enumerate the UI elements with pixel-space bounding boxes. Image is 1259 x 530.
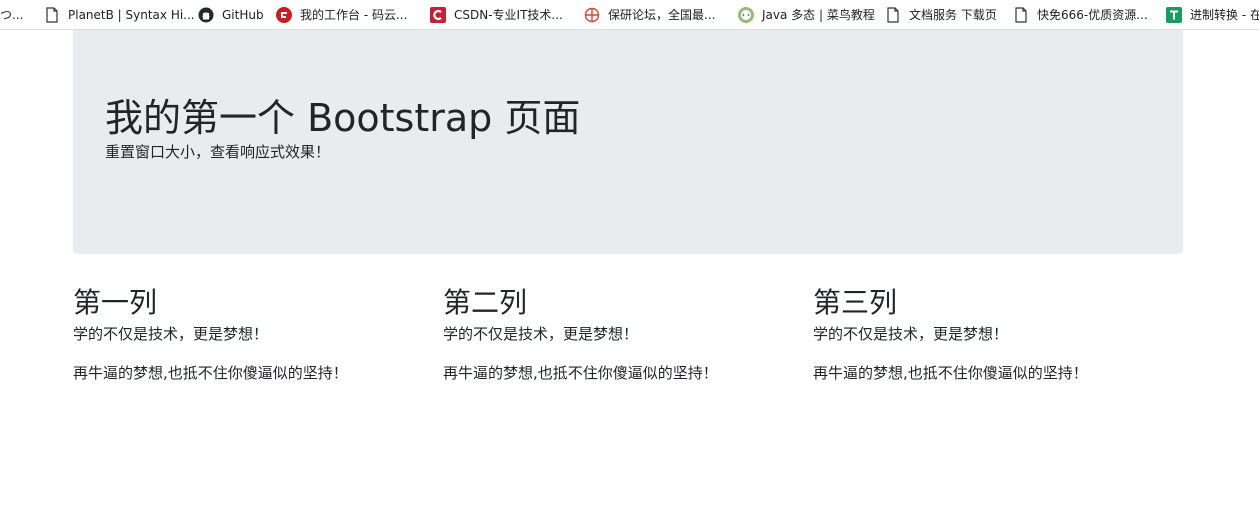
bookmark-baoyan[interactable]: 保研论坛，全国最... <box>584 0 716 29</box>
column-text: 再牛逼的梦想,也抵不住你傻逼似的坚持！ <box>443 363 718 382</box>
bookmark-item[interactable]: つ... <box>0 0 24 29</box>
bookmark-gitee[interactable]: 我的工作台 - 码云... <box>276 0 408 29</box>
page-icon <box>885 6 901 23</box>
column-heading: 第一列 <box>73 286 158 319</box>
bookmark-runoob[interactable]: Java 多态 | 菜鸟教程 <box>738 0 875 29</box>
bookmark-label: CSDN-专业IT技术... <box>454 7 563 22</box>
column-text: 再牛逼的梦想,也抵不住你傻逼似的坚持！ <box>813 363 1088 382</box>
bookmark-github[interactable]: GitHub <box>198 0 264 29</box>
bookmark-label: 文档服务 下载页 <box>909 7 997 22</box>
t-icon <box>1166 6 1182 23</box>
bookmark-label: 我的工作台 - 码云... <box>300 7 408 22</box>
bookmark-label: GitHub <box>222 7 264 22</box>
gitee-icon <box>276 6 292 23</box>
baoyan-icon <box>584 7 600 23</box>
jumbotron: 我的第一个 Bootstrap 页面 重置窗口大小，查看响应式效果！ <box>73 30 1183 254</box>
page-icon <box>1013 6 1029 23</box>
bookmarks-bar: つ... PlanetB | Syntax Hi... GitHub 我的工作台… <box>0 0 1259 30</box>
bookmark-planetb[interactable]: PlanetB | Syntax Hi... <box>44 0 195 29</box>
page-title: 我的第一个 Bootstrap 页面 <box>105 96 581 140</box>
csdn-icon <box>430 6 446 23</box>
bookmark-label: つ... <box>0 7 24 22</box>
github-icon <box>198 7 214 23</box>
bookmark-label: 快免666-优质资源... <box>1037 7 1148 22</box>
column-2: 第二列 学的不仅是技术，更是梦想！ 再牛逼的梦想,也抵不住你傻逼似的坚持！ <box>443 286 813 402</box>
runoob-icon <box>738 6 754 23</box>
bookmark-csdn[interactable]: CSDN-专业IT技术... <box>430 0 563 29</box>
bookmark-label: PlanetB | Syntax Hi... <box>68 7 195 22</box>
bookmark-label: 进制转换 - 在 <box>1190 7 1259 22</box>
bookmark-base-convert[interactable]: 进制转换 - 在 <box>1166 0 1259 29</box>
bookmark-kuaimian[interactable]: 快免666-优质资源... <box>1013 0 1148 29</box>
bookmark-label: Java 多态 | 菜鸟教程 <box>762 7 875 22</box>
column-text: 学的不仅是技术，更是梦想！ <box>813 324 1009 343</box>
column-heading: 第二列 <box>443 286 528 319</box>
column-1: 第一列 学的不仅是技术，更是梦想！ 再牛逼的梦想,也抵不住你傻逼似的坚持！ <box>73 286 443 402</box>
bookmark-docs[interactable]: 文档服务 下载页 <box>885 0 997 29</box>
column-heading: 第三列 <box>813 286 898 319</box>
page-icon <box>44 6 60 23</box>
column-text: 学的不仅是技术，更是梦想！ <box>73 324 269 343</box>
column-text: 学的不仅是技术，更是梦想！ <box>443 324 639 343</box>
columns-row: 第一列 学的不仅是技术，更是梦想！ 再牛逼的梦想,也抵不住你傻逼似的坚持！ 第二… <box>73 286 1183 402</box>
column-3: 第三列 学的不仅是技术，更是梦想！ 再牛逼的梦想,也抵不住你傻逼似的坚持！ <box>813 286 1183 402</box>
column-text: 再牛逼的梦想,也抵不住你傻逼似的坚持！ <box>73 363 348 382</box>
bookmark-label: 保研论坛，全国最... <box>608 7 716 22</box>
page-subtitle: 重置窗口大小，查看响应式效果！ <box>105 142 331 161</box>
